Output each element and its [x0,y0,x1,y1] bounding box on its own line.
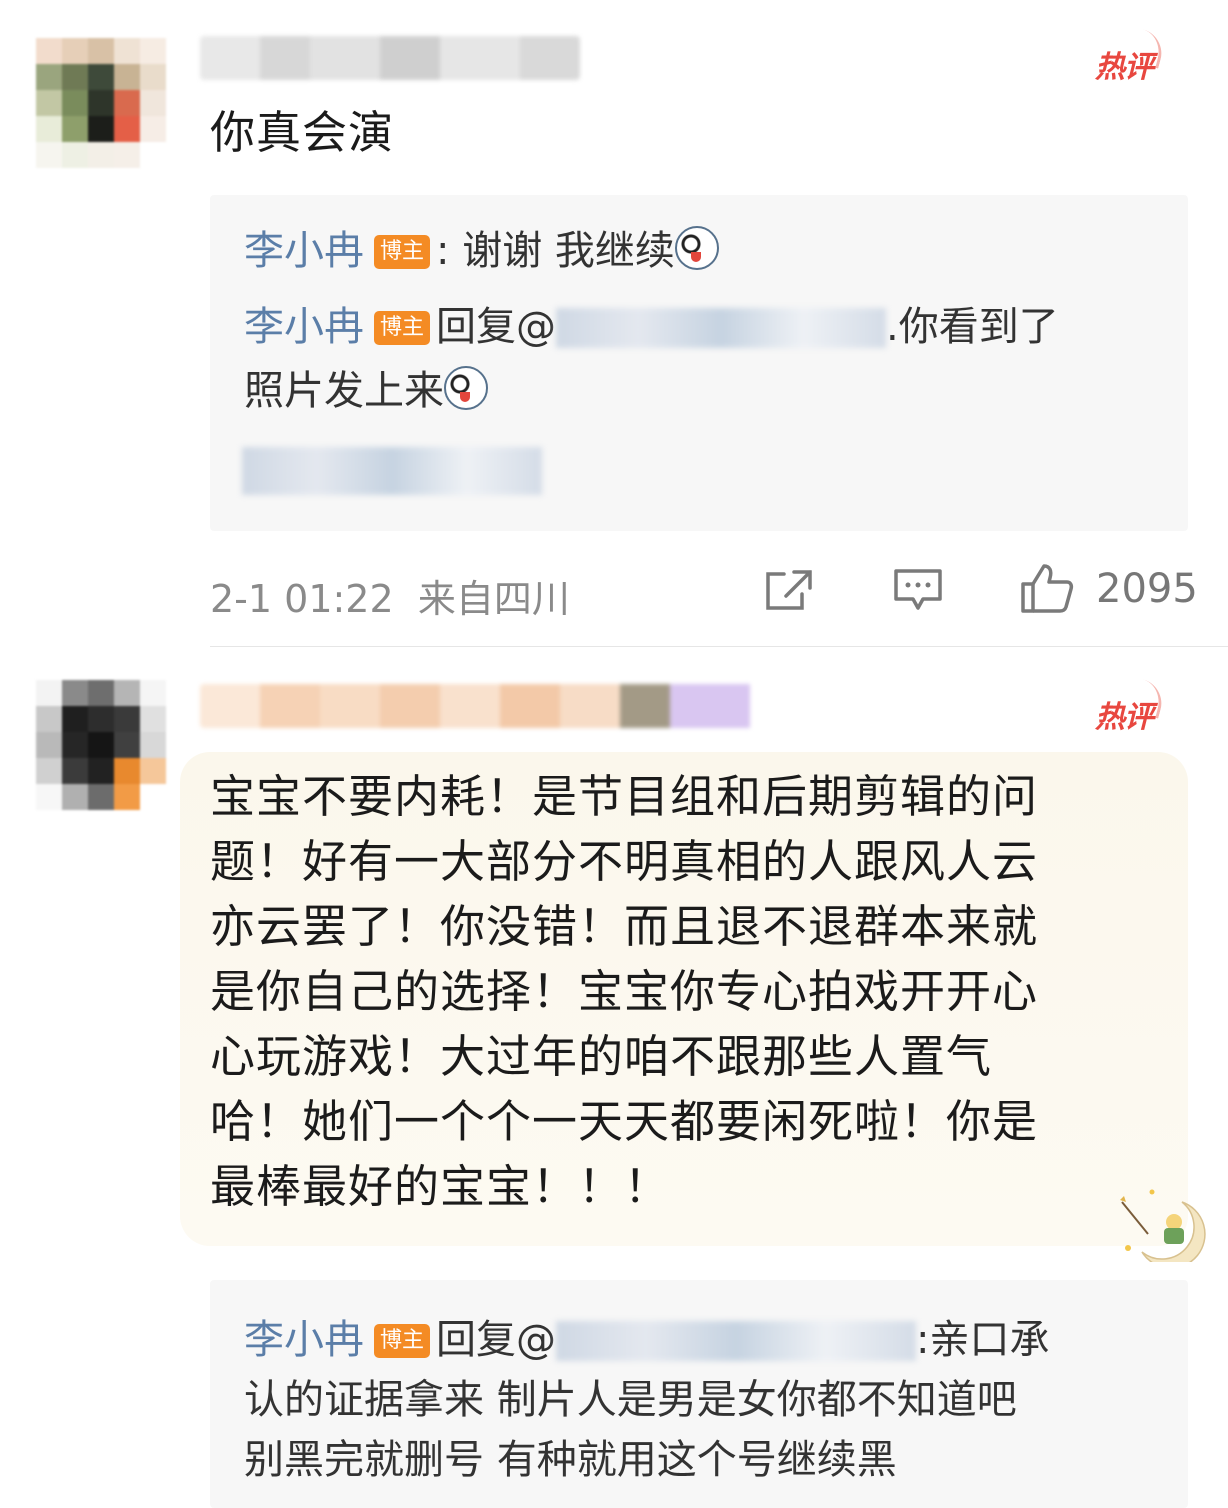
reply-2: 李小冉 博主 回复@ .你看到了 [244,297,1059,357]
reply-author[interactable]: 李小冉 [244,304,364,350]
comment-text: 你真会演 [210,106,395,159]
comment-line: 是你自己的选择！宝宝你专心拍戏开开心 [210,965,1039,1018]
mention-blurred[interactable] [556,1321,917,1361]
husky-emoji [444,366,488,410]
comment-text: 宝宝不要内耗！是节目组和后期剪辑的问 题！好有一大部分不明真相的人跟风人云 亦云… [210,764,1038,1219]
reply-text: :亲口承 [916,1317,1050,1363]
blogger-badge: 博主 [374,1324,431,1358]
comment-line: 最棒最好的宝宝！！！ [210,1160,671,1213]
comment-line: 哈！她们一个个一天天都要闲死啦！你是 [210,1095,1039,1148]
reply-box[interactable]: 李小冉 博主 回复@ :亲口承 认的证据拿来 制片人是男是女你都不知道吧 别黑完就删号… [210,1280,1188,1508]
comment-1: 热评 你真会演 李小冉 博主: 谢谢 我继续 李小冉 博主 回复@ .你看到了 照片发上… [0,0,1228,645]
like-count: 2095 [1096,566,1198,612]
comment-icon[interactable] [893,568,943,612]
reply-text-line2: 照片发上来 [244,368,444,414]
share-icon[interactable] [764,568,814,612]
reply-box[interactable]: 李小冉 博主: 谢谢 我继续 李小冉 博主 回复@ .你看到了 照片发上来 [210,195,1188,531]
comment-line: 宝宝不要内耗！是节目组和后期剪辑的问 [210,770,1039,823]
avatar[interactable] [36,38,166,168]
more-replies-blurred[interactable] [242,447,542,495]
reply-2-continued: 照片发上来 [244,361,488,421]
username-blurred[interactable] [200,684,760,728]
reply-author[interactable]: 李小冉 [244,1317,364,1363]
hot-comment-badge: 热评 [1095,692,1154,736]
like-icon[interactable] [1020,562,1074,614]
reply-text: : 谢谢 我继续 [436,228,675,274]
comment-line: 心玩游戏！大过年的咱不跟那些人置气 [210,1030,993,1083]
reply-prefix: 回复@ [436,304,557,350]
comment-line: 题！好有一大部分不明真相的人跟风人云 [210,835,1039,888]
reply-1: 李小冉 博主: 谢谢 我继续 [244,221,719,281]
comment-line: 亦云罢了！你没错！而且退不退群本来就 [210,900,1039,953]
blogger-badge: 博主 [374,235,431,269]
reply-author[interactable]: 李小冉 [244,228,364,274]
little-prince-decoration-icon [1120,1189,1206,1262]
hot-comment-badge: 热评 [1095,42,1154,86]
reply-prefix: 回复@ [436,1317,557,1363]
username-blurred[interactable] [200,36,580,80]
avatar[interactable] [36,680,166,810]
reply-1-line3: 别黑完就删号 有种就用这个号继续黑 [244,1437,897,1483]
comment-2: 热评 宝宝不要内耗！是节目组和后期剪辑的问 题！好有一大部分不明真相的人跟风人云… [0,646,1228,1508]
blogger-badge: 博主 [374,311,431,345]
mention-blurred[interactable] [556,308,887,348]
husky-emoji [674,226,719,270]
reply-text: .你看到了 [886,304,1059,350]
reply-1-line2: 认的证据拿来 制片人是男是女你都不知道吧 [244,1377,1017,1423]
timestamp-location: 2-1 01:22 来自四川 [210,577,570,621]
reply-1: 李小冉 博主 回复@ :亲口承 [244,1310,1050,1370]
